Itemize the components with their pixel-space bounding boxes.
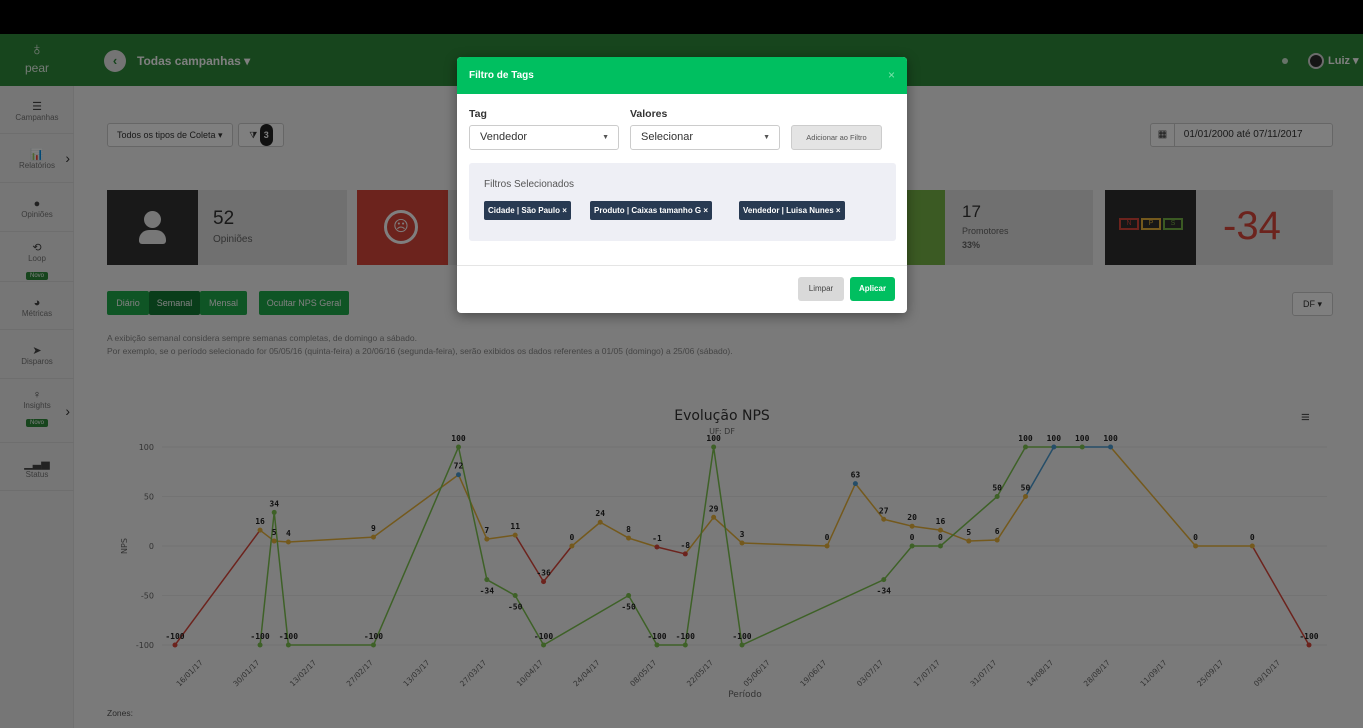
modal-title: Filtro de Tags [469,70,534,81]
app-window: ♁ pear ‹ Todas campanhas ▾ Luiz ▾ ☰Campa… [0,34,1363,728]
caret-down-icon: ▼ [602,134,609,141]
values-label: Valores [630,108,668,120]
tag-select[interactable]: Vendedor ▼ [469,125,619,150]
selected-filters-panel: Filtros Selecionados Cidade | São Paulo … [469,163,896,241]
close-icon[interactable]: × [888,68,895,82]
tag-filter-modal: Filtro de Tags × Tag Vendedor ▼ Valores … [457,57,907,313]
filter-chip-vendedor[interactable]: Vendedor | Luisa Nunes × [739,201,845,220]
modal-footer-divider [457,265,907,266]
add-to-filter-button[interactable]: Adicionar ao Filtro [791,125,882,150]
filter-chip-cidade[interactable]: Cidade | São Paulo × [484,201,571,220]
caret-down-icon: ▼ [763,134,770,141]
modal-header: Filtro de Tags × [457,57,907,94]
values-select-value: Selecionar [641,131,693,143]
selected-filters-title: Filtros Selecionados [484,179,575,190]
filter-chip-produto[interactable]: Produto | Caixas tamanho G × [590,201,713,220]
clear-button[interactable]: Limpar [798,277,844,301]
tag-label: Tag [469,108,487,120]
tag-select-value: Vendedor [480,131,528,143]
values-select[interactable]: Selecionar ▼ [630,125,780,150]
apply-button[interactable]: Aplicar [850,277,895,301]
